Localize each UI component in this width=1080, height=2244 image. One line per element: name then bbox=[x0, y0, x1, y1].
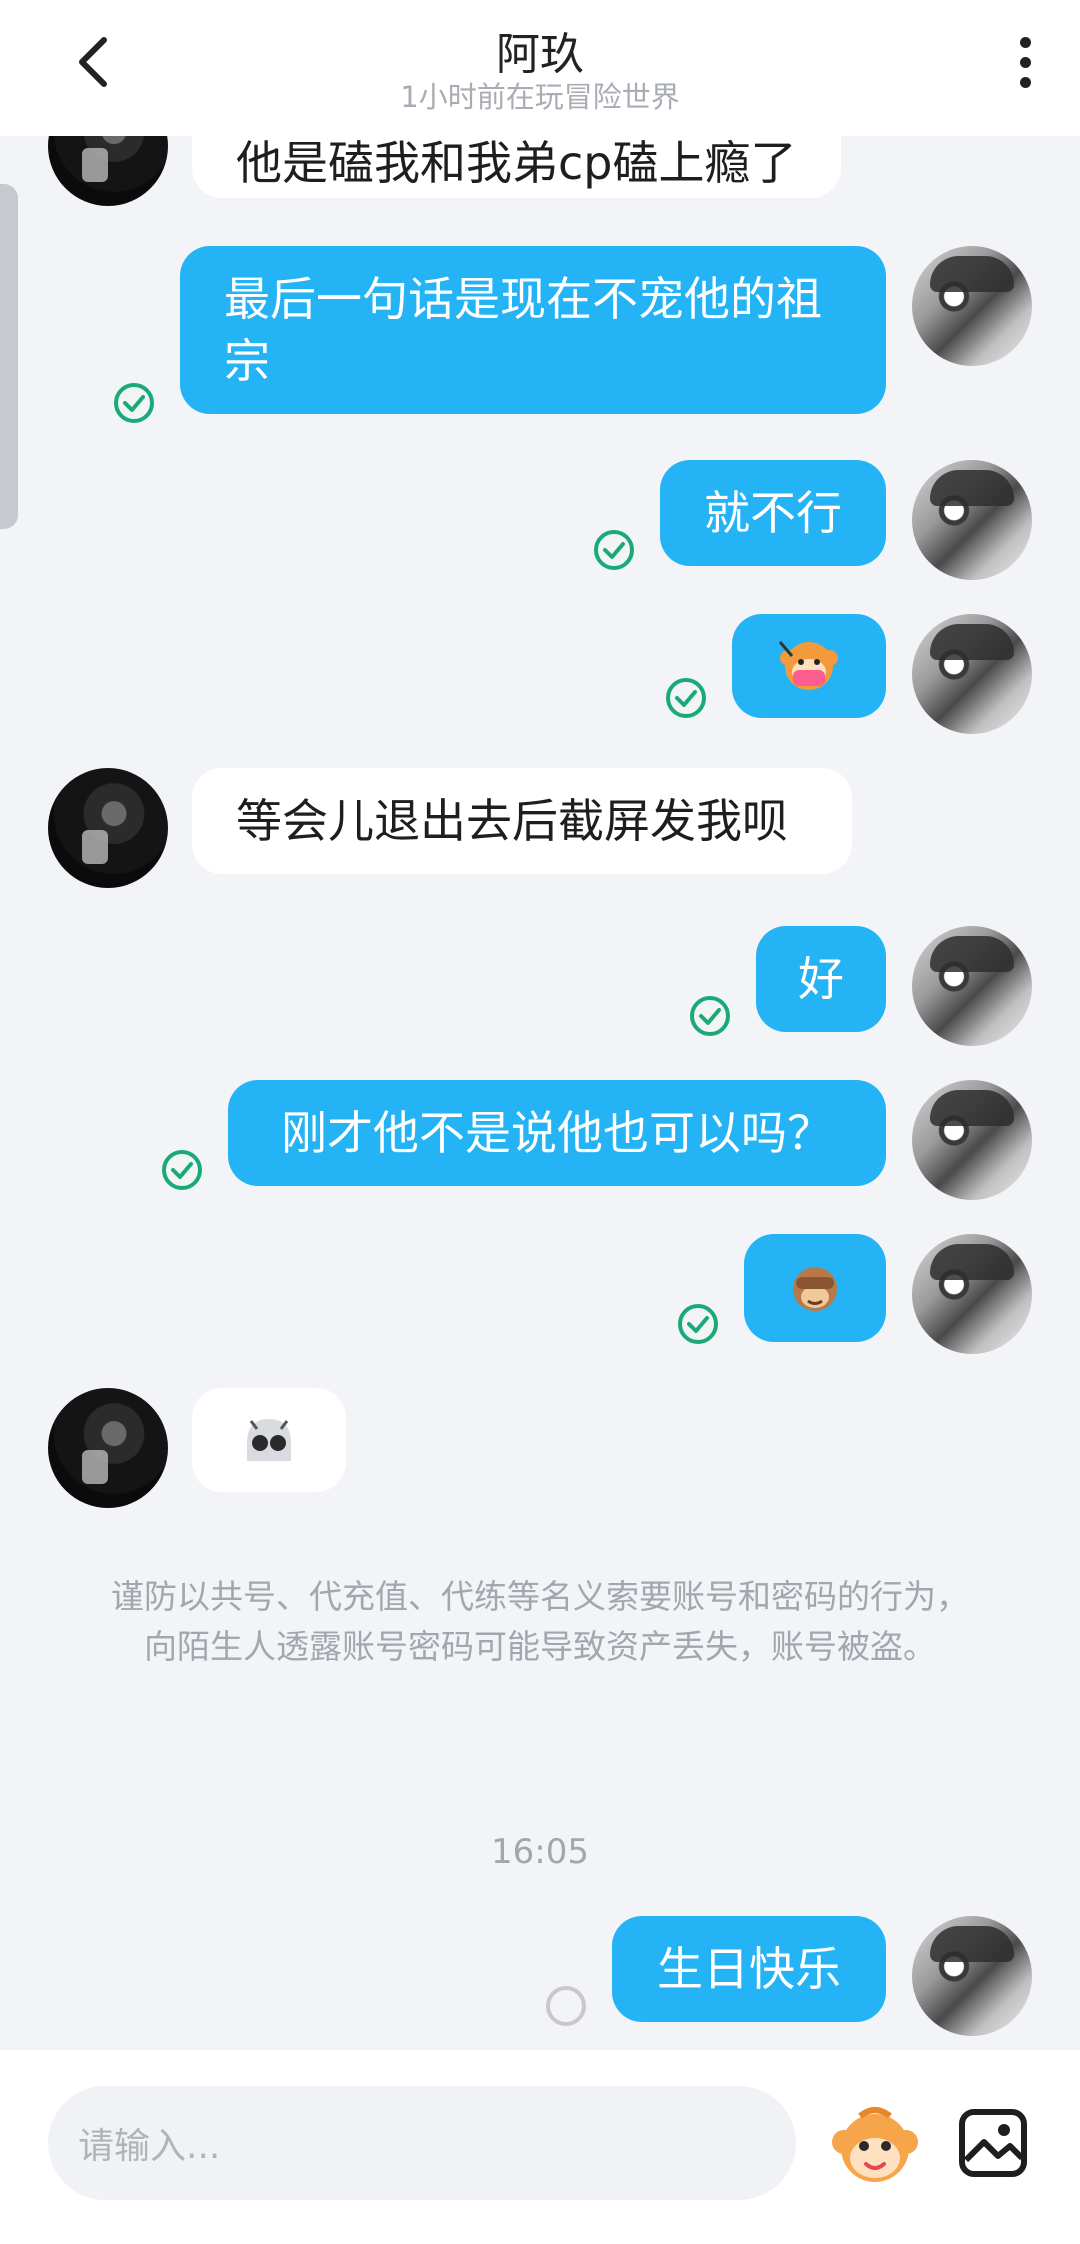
message-bubble[interactable]: 就不行 bbox=[660, 460, 886, 566]
peer-avatar[interactable] bbox=[48, 1388, 168, 1508]
dot-icon bbox=[1019, 56, 1031, 68]
self-avatar[interactable] bbox=[912, 460, 1032, 580]
self-avatar[interactable] bbox=[912, 614, 1032, 734]
see-no-evil-monkey-emoji-icon bbox=[793, 1267, 837, 1311]
message-bubble[interactable]: 等会儿退出去后截屏发我呗 bbox=[192, 768, 852, 874]
read-check-icon bbox=[114, 383, 154, 423]
chat-header: 阿玖 1小时前在玩冒险世界 bbox=[0, 0, 1080, 136]
sticker-button[interactable] bbox=[830, 2102, 920, 2192]
monkey-mask-emoji-icon bbox=[778, 641, 838, 690]
read-check-icon bbox=[594, 530, 634, 570]
message-bubble[interactable]: 最后一句话是现在不宠他的祖宗 bbox=[180, 246, 886, 414]
scrollbar[interactable] bbox=[0, 184, 18, 529]
message-input[interactable]: 请输入... bbox=[48, 2086, 796, 2200]
timestamp: 16:05 bbox=[491, 1832, 589, 1872]
self-avatar[interactable] bbox=[912, 926, 1032, 1046]
composer-bar: 请输入... bbox=[0, 2050, 1080, 2244]
contact-status: 1小时前在玩冒险世界 bbox=[400, 80, 680, 114]
cute-ghost-emoji-icon bbox=[247, 1419, 291, 1461]
self-avatar[interactable] bbox=[912, 1080, 1032, 1200]
sending-status-icon bbox=[546, 1986, 586, 2026]
contact-name[interactable]: 阿玖 bbox=[0, 18, 1080, 82]
chat-list[interactable]: 他是磕我和我弟cp磕上瘾了 最后一句话是现在不宠他的祖宗 就不行 等会儿退出去后… bbox=[0, 136, 1080, 2050]
self-avatar[interactable] bbox=[912, 1916, 1032, 2036]
dot-icon bbox=[1019, 36, 1031, 48]
message-bubble[interactable]: 刚才他不是说他也可以吗？ bbox=[228, 1080, 886, 1186]
dot-icon bbox=[1019, 76, 1031, 88]
peer-avatar[interactable] bbox=[48, 768, 168, 888]
self-avatar[interactable] bbox=[912, 246, 1032, 366]
message-bubble[interactable] bbox=[192, 1388, 346, 1492]
message-bubble[interactable]: 生日快乐 bbox=[612, 1916, 886, 2022]
image-button[interactable] bbox=[958, 2108, 1028, 2178]
more-options-button[interactable] bbox=[1000, 30, 1050, 94]
message-bubble[interactable] bbox=[732, 614, 886, 718]
read-check-icon bbox=[162, 1150, 202, 1190]
read-check-icon bbox=[678, 1304, 718, 1344]
message-bubble[interactable]: 他是磕我和我弟cp磕上瘾了 bbox=[192, 136, 841, 198]
peer-avatar[interactable] bbox=[48, 136, 168, 206]
message-bubble[interactable] bbox=[744, 1234, 886, 1342]
self-avatar[interactable] bbox=[912, 1234, 1032, 1354]
safety-notice: 谨防以共号、代充值、代练等名义索要账号和密码的行为，向陌生人透露账号密码可能导致… bbox=[111, 1577, 969, 1666]
read-check-icon bbox=[666, 678, 706, 718]
message-bubble[interactable]: 好 bbox=[756, 926, 886, 1032]
read-check-icon bbox=[690, 996, 730, 1036]
